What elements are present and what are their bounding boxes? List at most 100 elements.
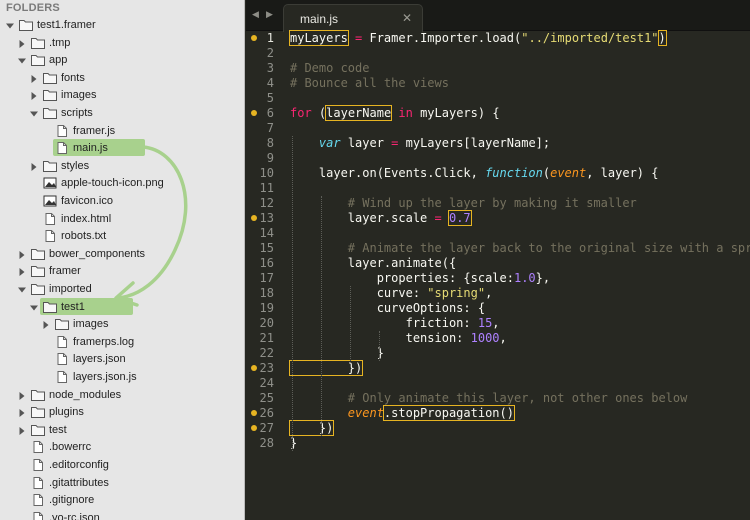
disclosure-closed-icon[interactable] bbox=[18, 39, 26, 48]
tree-item-label: main.js bbox=[73, 142, 108, 155]
disclosure-closed-icon[interactable] bbox=[18, 267, 26, 277]
tree-item[interactable]: .gitattributes bbox=[0, 474, 244, 492]
code-line[interactable]: 1 myLayers = Framer.Importer.load("../imp… bbox=[246, 30, 750, 46]
line-number: 23 bbox=[259, 361, 274, 375]
disclosure-closed-icon[interactable] bbox=[18, 391, 26, 400]
disclosure-closed-icon[interactable] bbox=[18, 408, 26, 418]
code-token: # Bounce all the views bbox=[290, 76, 449, 90]
file-icon bbox=[31, 494, 45, 507]
image-file-icon bbox=[43, 177, 57, 189]
code-text: } bbox=[290, 346, 384, 361]
tree-item[interactable]: .gitignore bbox=[0, 491, 244, 509]
code-token: , bbox=[485, 286, 493, 300]
code-token: # Wind up the layer by making it smaller bbox=[347, 196, 637, 210]
tree-item[interactable]: .bowerrc bbox=[0, 438, 244, 456]
disclosure-open-icon[interactable] bbox=[6, 21, 14, 29]
tree-item[interactable]: .yo-rc.json bbox=[0, 509, 244, 520]
tree-item[interactable]: imported bbox=[0, 280, 244, 298]
nav-forward-icon[interactable]: ▶ bbox=[266, 9, 276, 21]
code-line[interactable]: 9 bbox=[246, 151, 750, 166]
disclosure-closed-icon[interactable] bbox=[18, 250, 26, 259]
tree-item[interactable]: test1.framer bbox=[0, 16, 244, 34]
code-token: , bbox=[499, 331, 507, 345]
disclosure-closed-icon[interactable] bbox=[42, 320, 50, 330]
tree-item[interactable]: images bbox=[0, 315, 244, 333]
tree-item[interactable]: main.js bbox=[0, 139, 244, 157]
indent-guide bbox=[378, 331, 380, 361]
disclosure-closed-icon[interactable] bbox=[30, 74, 38, 83]
code-line[interactable]: 3 # Demo code bbox=[246, 61, 750, 76]
disclosure-open-icon[interactable] bbox=[30, 109, 38, 117]
disclosure-open-icon[interactable] bbox=[30, 303, 38, 311]
line-number: 3 bbox=[266, 61, 274, 75]
nav-back-icon[interactable]: ◀ bbox=[252, 9, 262, 21]
tab-main-js[interactable]: main.js ✕ bbox=[283, 4, 423, 32]
disclosure-closed-icon[interactable] bbox=[30, 91, 38, 101]
tree-item[interactable]: app bbox=[0, 51, 244, 69]
tree-item[interactable]: framer bbox=[0, 262, 244, 280]
tree-item-label: fonts bbox=[61, 71, 85, 84]
tree-item[interactable]: layers.json bbox=[0, 350, 244, 368]
tree-item-label: test1.framer bbox=[37, 19, 96, 31]
code-token: function bbox=[485, 166, 543, 180]
disclosure-closed-icon[interactable] bbox=[18, 426, 26, 435]
tree-item-label: apple-touch-icon.png bbox=[61, 177, 164, 190]
tree-item[interactable]: styles bbox=[0, 157, 244, 175]
tree-item[interactable]: test1 bbox=[0, 297, 244, 316]
file-icon bbox=[43, 212, 57, 225]
code-text: properties: {scale:1.0}, bbox=[290, 271, 550, 286]
tree-item[interactable]: robots.txt bbox=[0, 227, 244, 245]
code-line[interactable]: 8 var layer = myLayers[layerName]; bbox=[246, 136, 750, 151]
disclosure-closed-icon[interactable] bbox=[30, 162, 38, 171]
code-text: curveOptions: { bbox=[290, 301, 485, 316]
tree-item[interactable]: apple-touch-icon.png bbox=[0, 174, 244, 192]
tree-item[interactable]: layers.json.js bbox=[0, 368, 244, 386]
file-icon bbox=[31, 459, 45, 471]
code-line[interactable]: 7 bbox=[246, 121, 750, 136]
tree-item[interactable]: images bbox=[0, 86, 244, 104]
code-token: 1000 bbox=[470, 331, 500, 345]
line-number: 7 bbox=[266, 121, 274, 135]
file-icon bbox=[55, 335, 69, 348]
file-sidebar[interactable]: FOLDERS test1.framer .tmp app fonts images sc… bbox=[0, 0, 245, 520]
code-editor[interactable]: ◀ ▶ main.js ✕ 1 myLayers = Framer.Importe… bbox=[246, 0, 750, 520]
tree-item-label: robots.txt bbox=[61, 230, 107, 243]
tree-item-label: .editorconfig bbox=[49, 459, 109, 471]
tree-item-label: .yo-rc.json bbox=[49, 511, 100, 520]
tree-item-label: framerps.log bbox=[73, 335, 135, 348]
code-token: layer bbox=[340, 136, 392, 150]
code-line[interactable]: 6 for (layerName in myLayers) { bbox=[246, 105, 750, 121]
tree-item[interactable]: bower_components bbox=[0, 245, 244, 263]
tree-item[interactable]: test bbox=[0, 421, 244, 439]
code-token: friction: bbox=[290, 316, 478, 330]
code-text: # Only animate this layer, not other one… bbox=[290, 391, 688, 406]
tree-item-label: imported bbox=[49, 283, 92, 295]
tree-item-label: .bowerrc bbox=[49, 441, 92, 454]
code-line[interactable]: 11 bbox=[246, 181, 750, 196]
code-line[interactable]: 10 layer.on(Events.Click, function(event… bbox=[246, 166, 750, 181]
disclosure-open-icon[interactable] bbox=[18, 285, 26, 293]
code-token: layer.on(Events.Click, bbox=[290, 166, 486, 180]
code-token: . bbox=[412, 31, 421, 45]
folder-icon bbox=[31, 406, 45, 419]
tree-item[interactable]: .editorconfig bbox=[0, 456, 244, 474]
line-number: 9 bbox=[266, 151, 274, 165]
code-line[interactable]: 5 bbox=[246, 91, 750, 106]
tree-item[interactable]: fonts bbox=[0, 69, 244, 87]
tree-item[interactable]: node_modules bbox=[0, 386, 244, 404]
code-token: , bbox=[492, 316, 500, 330]
tree-item[interactable]: framerps.log bbox=[0, 333, 244, 351]
tree-item[interactable]: .tmp bbox=[0, 34, 244, 52]
code-line[interactable]: 2 bbox=[246, 46, 750, 61]
tree-item[interactable]: plugins bbox=[0, 403, 244, 421]
tree-item[interactable]: favicon.ico bbox=[0, 192, 244, 210]
tree-item[interactable]: index.html bbox=[0, 210, 244, 228]
close-icon[interactable]: ✕ bbox=[402, 11, 412, 25]
disclosure-open-icon[interactable] bbox=[18, 56, 26, 64]
code-line[interactable]: 4 # Bounce all the views bbox=[246, 76, 750, 91]
code-token: myLayers[layerName]; bbox=[398, 136, 551, 150]
tree-item[interactable]: framer.js bbox=[0, 122, 244, 140]
tree-item[interactable]: scripts bbox=[0, 104, 244, 122]
code-line[interactable]: 28} bbox=[246, 436, 750, 451]
